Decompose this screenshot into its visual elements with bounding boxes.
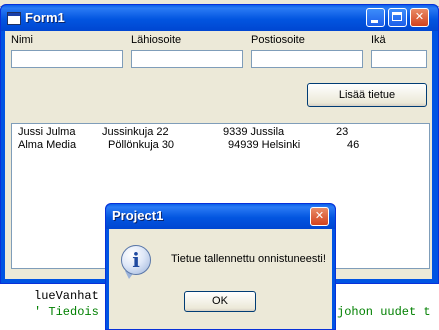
form1-title: Form1 xyxy=(25,10,65,25)
dialog-titlebar[interactable]: Project1 ✕ xyxy=(106,204,335,229)
age-input[interactable] xyxy=(371,50,427,68)
name-input[interactable] xyxy=(11,50,123,68)
maximize-icon xyxy=(392,12,402,21)
list-item[interactable]: Jussi Julma Jussinkuja 22 9339 Jussila 2… xyxy=(18,126,428,139)
list-item-street: Jussinkuja 22 xyxy=(102,126,169,138)
postal-input[interactable] xyxy=(251,50,363,68)
list-item-zip-city: 9339 Jussila xyxy=(223,126,285,138)
street-input[interactable] xyxy=(131,50,243,68)
dialog-title: Project1 xyxy=(112,208,164,223)
list-item-name: Jussi Julma xyxy=(18,126,76,138)
code-line-1: lueVanhat xyxy=(34,289,99,303)
close-icon: ✕ xyxy=(314,210,325,222)
maximize-button[interactable] xyxy=(388,8,407,27)
dialog-close-button[interactable]: ✕ xyxy=(310,207,329,226)
list-item-age: 23 xyxy=(336,126,349,138)
list-item[interactable]: Alma Media Pöllönkuja 30 94939 Helsinki … xyxy=(18,139,428,152)
label-name: Nimi xyxy=(11,34,33,46)
form-icon xyxy=(7,12,21,25)
close-button[interactable]: ✕ xyxy=(410,8,429,27)
info-icon: i xyxy=(121,245,151,275)
label-age: Ikä xyxy=(371,34,386,46)
label-street: Lähiosoite xyxy=(131,34,182,46)
code-line-2: ' Tiedois xyxy=(34,305,99,319)
list-item-zip-city: 94939 Helsinki xyxy=(228,139,301,151)
list-item-name: Alma Media xyxy=(18,139,77,151)
minimize-icon xyxy=(371,20,378,23)
minimize-button[interactable] xyxy=(366,8,385,27)
list-item-age: 46 xyxy=(347,139,360,151)
dialog-client-area: i Tietue tallennettu onnistuneesti! OK xyxy=(109,229,332,329)
dialog-message: Tietue tallennettu onnistuneesti! xyxy=(171,253,326,265)
message-dialog: Project1 ✕ i Tietue tallennettu onnistun… xyxy=(105,203,336,330)
form1-titlebar[interactable]: Form1 ✕ xyxy=(1,5,438,31)
label-postal: Postiosoite xyxy=(251,34,305,46)
code-line-2-tail: johon uudet t xyxy=(337,305,431,319)
list-item-street: Pöllönkuja 30 xyxy=(108,139,175,151)
add-record-button[interactable]: Lisää tietue xyxy=(307,83,427,107)
ok-button[interactable]: OK xyxy=(184,291,256,312)
close-icon: ✕ xyxy=(414,11,425,23)
